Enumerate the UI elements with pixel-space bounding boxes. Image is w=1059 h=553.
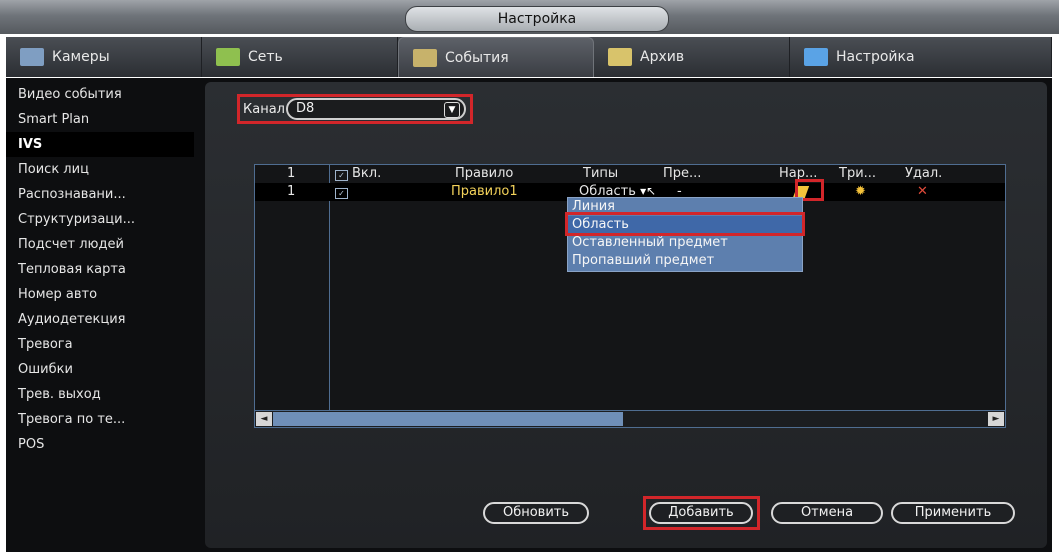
scroll-left-icon[interactable]: ◄ bbox=[256, 412, 272, 426]
tab-archive[interactable]: Архив bbox=[594, 37, 790, 77]
sidebar-item-errors[interactable]: Ошибки bbox=[6, 357, 194, 382]
add-button[interactable]: Добавить bbox=[649, 502, 753, 524]
main-tabs: Камеры Сеть События Архив Настройка bbox=[6, 37, 1052, 77]
tab-label: Сеть bbox=[248, 49, 283, 65]
sidebar-item-recognition[interactable]: Распознавани... bbox=[6, 182, 194, 207]
dropdown-option-missing[interactable]: Пропавший предмет bbox=[568, 252, 802, 270]
sidebar-item-face-search[interactable]: Поиск лиц bbox=[6, 157, 194, 182]
network-icon bbox=[216, 48, 240, 66]
dropdown-arrow-icon: ▾↖ bbox=[640, 184, 657, 198]
tab-network[interactable]: Сеть bbox=[202, 37, 398, 77]
title-bar: Настройка bbox=[0, 0, 1059, 34]
horizontal-scrollbar[interactable]: ◄ ► bbox=[255, 410, 1005, 427]
row-num: 1 bbox=[287, 184, 296, 199]
header-draw: Нар... bbox=[779, 166, 818, 181]
table-header: 1 ✓ Вкл. Правило Типы Пре... Нар... Три..… bbox=[255, 165, 1005, 183]
trigger-gear-icon[interactable]: ✹ bbox=[855, 184, 866, 199]
row-enable-checkbox[interactable]: ✓ bbox=[335, 184, 352, 199]
archive-icon bbox=[608, 48, 632, 66]
tab-label: События bbox=[445, 49, 509, 66]
header-rule: Правило bbox=[455, 166, 514, 181]
sidebar-item-smart-plan[interactable]: Smart Plan bbox=[6, 107, 194, 132]
channel-label: Канал bbox=[243, 102, 285, 117]
dropdown-option-line[interactable]: Линия bbox=[568, 198, 802, 216]
header-enable-label: Вкл. bbox=[352, 166, 382, 181]
channel-value: D8 bbox=[296, 101, 315, 116]
sidebar-item-alarm-output[interactable]: Трев. выход bbox=[6, 382, 194, 407]
sidebar-item-alarm[interactable]: Тревога bbox=[6, 332, 194, 357]
cancel-button[interactable]: Отмена bbox=[771, 502, 883, 524]
channel-select[interactable]: D8 ▼ bbox=[286, 98, 466, 120]
scroll-right-icon[interactable]: ► bbox=[988, 412, 1004, 426]
row-rule-name[interactable]: Правило1 bbox=[451, 184, 518, 199]
tab-label: Камеры bbox=[52, 49, 110, 65]
header-num: 1 bbox=[287, 166, 296, 181]
checkbox-icon: ✓ bbox=[335, 188, 348, 199]
apply-button[interactable]: Применить bbox=[891, 502, 1015, 524]
camera-icon bbox=[20, 48, 44, 66]
sidebar-item-audio-detection[interactable]: Аудиодетекция bbox=[6, 307, 194, 332]
dropdown-option-abandoned[interactable]: Оставленный предмет bbox=[568, 234, 802, 252]
dropdown-option-area[interactable]: Область bbox=[568, 216, 802, 234]
tab-settings[interactable]: Настройка bbox=[790, 37, 1052, 77]
window-title: Настройка bbox=[405, 6, 669, 32]
app-window: Настройка Камеры Сеть События Архив Наст… bbox=[0, 0, 1059, 553]
delete-icon[interactable]: ✕ bbox=[917, 184, 928, 199]
sidebar-item-ivs[interactable]: IVS bbox=[6, 132, 194, 157]
refresh-button[interactable]: Обновить bbox=[483, 502, 589, 524]
header-delete: Удал. bbox=[905, 166, 943, 181]
close-icon: ✕ bbox=[917, 184, 928, 199]
header-enable[interactable]: ✓ Вкл. bbox=[335, 166, 381, 181]
chevron-down-icon: ▼ bbox=[444, 102, 460, 118]
scroll-thumb[interactable] bbox=[273, 412, 623, 426]
header-pre: Пре... bbox=[663, 166, 702, 181]
tab-label: Настройка bbox=[836, 49, 915, 65]
sidebar-item-temperature-alarm[interactable]: Тревога по те... bbox=[6, 407, 194, 432]
sidebar-item-pos[interactable]: POS bbox=[6, 432, 194, 457]
events-icon bbox=[413, 48, 437, 67]
checkbox-icon: ✓ bbox=[335, 170, 348, 181]
settings-icon bbox=[804, 48, 828, 66]
header-types: Типы bbox=[583, 166, 619, 181]
sidebar: Видео события Smart Plan IVS Поиск лиц Р… bbox=[6, 82, 194, 457]
table-divider bbox=[329, 165, 330, 411]
sidebar-item-video-events[interactable]: Видео события bbox=[6, 82, 194, 107]
sidebar-item-heat-map[interactable]: Тепловая карта bbox=[6, 257, 194, 282]
tab-events[interactable]: События bbox=[398, 37, 594, 77]
header-trigger: Три... bbox=[839, 166, 877, 181]
type-dropdown: Линия Область Оставленный предмет Пропав… bbox=[567, 197, 803, 272]
sidebar-item-people-counting[interactable]: Подсчет людей bbox=[6, 232, 194, 257]
sidebar-item-license-plate[interactable]: Номер авто bbox=[6, 282, 194, 307]
gear-icon: ✹ bbox=[855, 184, 866, 199]
tab-label: Архив bbox=[640, 49, 685, 65]
tab-cameras[interactable]: Камеры bbox=[6, 37, 202, 77]
sidebar-item-structurization[interactable]: Структуризаци... bbox=[6, 207, 194, 232]
